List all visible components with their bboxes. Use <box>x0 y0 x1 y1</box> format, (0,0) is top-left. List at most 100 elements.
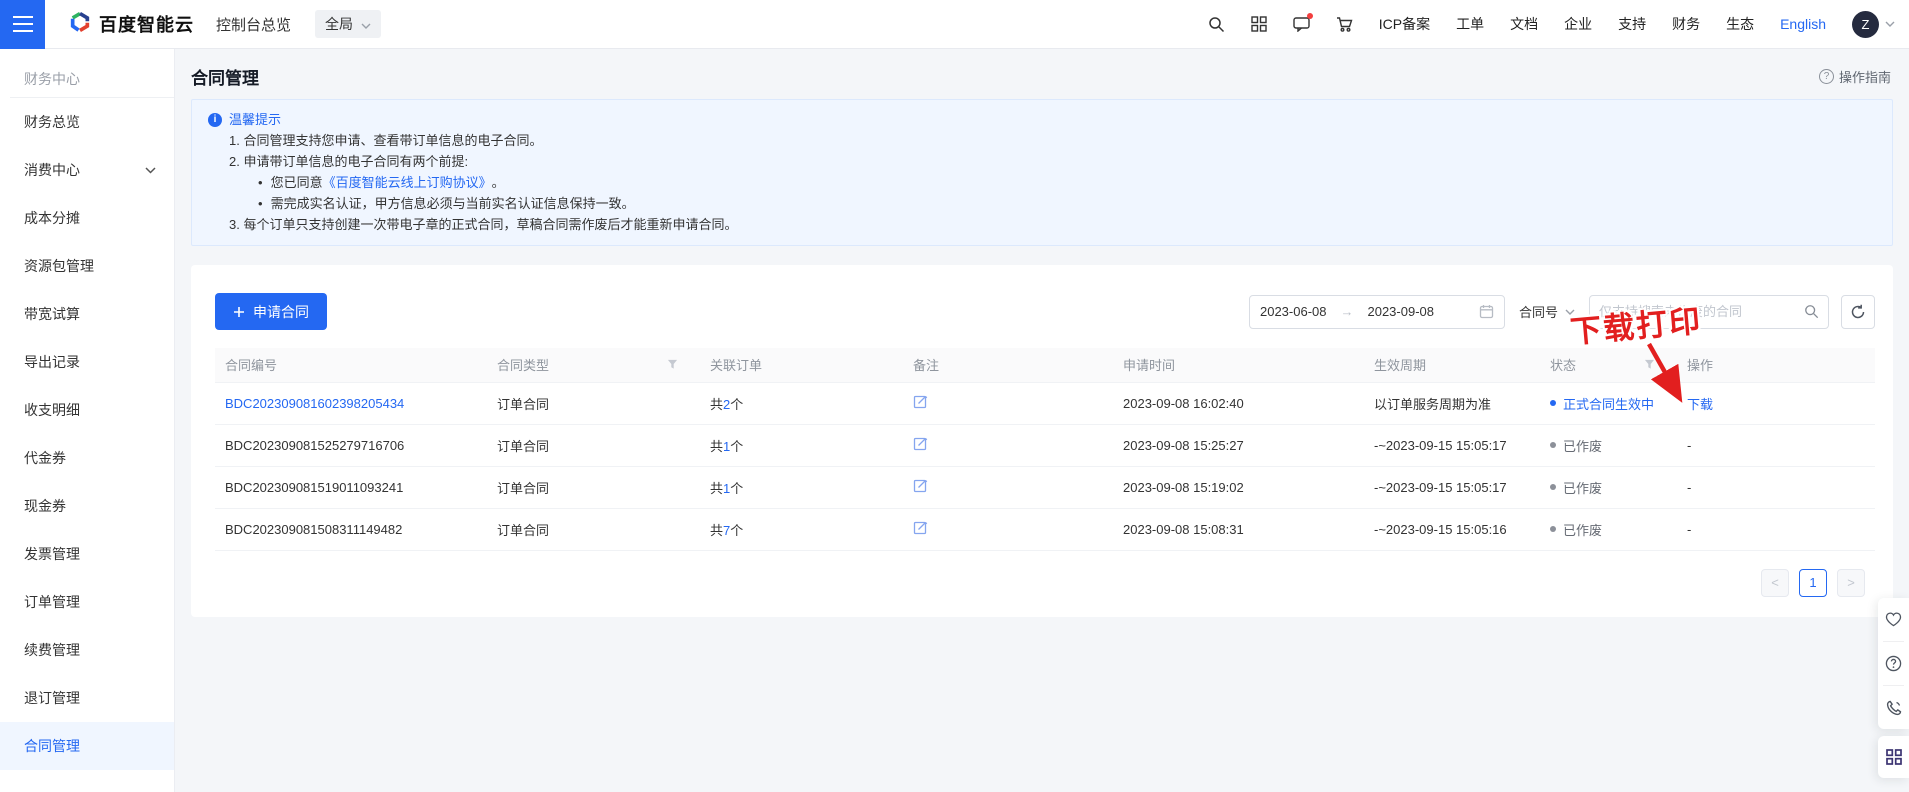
nav-link-ecosystem[interactable]: 生态 <box>1726 14 1754 34</box>
sidebar-item-order-management[interactable]: 订单管理 <box>0 578 174 626</box>
question-circle-icon: ? <box>1819 69 1834 84</box>
date-end-value[interactable]: 2023-09-08 <box>1367 304 1434 319</box>
sidebar-item-unsubscribe-management[interactable]: 退订管理 <box>0 674 174 722</box>
apps-grid-icon[interactable] <box>1251 16 1267 32</box>
search-icon[interactable] <box>1208 16 1225 33</box>
col-related-orders: 关联订单 <box>700 348 903 382</box>
sidebar-item-export-records[interactable]: 导出记录 <box>0 338 174 386</box>
filter-icon[interactable] <box>667 359 678 370</box>
sidebar-item-cash-coupons[interactable]: 现金券 <box>0 482 174 530</box>
calendar-icon <box>1479 304 1494 319</box>
nav-link-tickets[interactable]: 工单 <box>1456 14 1484 34</box>
cart-icon[interactable] <box>1336 16 1353 33</box>
apply-contract-button[interactable]: 申请合同 <box>215 293 327 330</box>
contract-id-cell: BDC202309081519011093241 <box>215 466 487 508</box>
nav-link-enterprise[interactable]: 企业 <box>1564 14 1592 34</box>
contract-id-cell: BDC202309081508311149482 <box>215 508 487 550</box>
contract-id-link[interactable]: BDC202309081602398205434 <box>225 396 404 411</box>
sidebar-item-renewal-management[interactable]: 续费管理 <box>0 626 174 674</box>
language-switch[interactable]: English <box>1780 16 1826 32</box>
related-orders-cell: 共1个 <box>700 466 903 508</box>
action-cell: - <box>1677 508 1875 550</box>
period-cell: -~2023-09-15 15:05:17 <box>1364 466 1540 508</box>
mini-apps-grid-icon[interactable] <box>1878 736 1909 778</box>
period-cell: -~2023-09-15 15:05:16 <box>1364 508 1540 550</box>
search-icon[interactable] <box>1804 304 1819 319</box>
nav-link-docs[interactable]: 文档 <box>1510 14 1538 34</box>
sidebar: 财务中心 财务总览 消费中心 成本分摊 资源包管理 带宽试算 导出记录 收支明细… <box>0 49 175 792</box>
date-range-arrow: → <box>1340 304 1353 319</box>
related-orders-cell: 共7个 <box>700 508 903 550</box>
sidebar-item-resource-packages[interactable]: 资源包管理 <box>0 242 174 290</box>
help-question-icon[interactable] <box>1878 642 1909 685</box>
sidebar-item-consumption-center[interactable]: 消费中心 <box>0 146 174 194</box>
col-remarks: 备注 <box>903 348 1113 382</box>
notification-badge <box>1307 13 1313 19</box>
brand-name: 百度智能云 <box>99 11 194 37</box>
agreement-link[interactable]: 《百度智能云线上订购协议》 <box>323 172 492 193</box>
console-overview-link[interactable]: 控制台总览 <box>216 14 291 35</box>
app-root: 百度智能云 控制台总览 全局 <box>0 0 1909 792</box>
sidebar-item-cost-allocation[interactable]: 成本分摊 <box>0 194 174 242</box>
chevron-down-icon <box>145 167 156 174</box>
info-icon: i <box>208 113 222 127</box>
baidu-cloud-logo-icon <box>69 11 91 38</box>
hamburger-menu-icon[interactable] <box>0 0 45 49</box>
contract-type-cell: 订单合同 <box>487 466 700 508</box>
pagination-prev-icon[interactable]: < <box>1761 569 1789 597</box>
date-start-value[interactable]: 2023-06-08 <box>1260 304 1327 319</box>
table-row: BDC202309081525279716706 订单合同 共1个 2023-0… <box>215 424 1875 466</box>
region-selector[interactable]: 全局 <box>315 10 381 38</box>
phone-contact-icon[interactable] <box>1878 686 1909 729</box>
date-range-picker[interactable]: 2023-06-08 → 2023-09-08 <box>1249 295 1505 329</box>
sidebar-item-finance-overview[interactable]: 财务总览 <box>0 98 174 146</box>
sidebar-item-invoice-management[interactable]: 发票管理 <box>0 530 174 578</box>
nav-link-support[interactable]: 支持 <box>1618 14 1646 34</box>
account-menu[interactable]: Z <box>1852 11 1895 38</box>
table-row: BDC202309081508311149482 订单合同 共7个 2023-0… <box>215 508 1875 550</box>
tips-bullet-1: 您已同意 《百度智能云线上订购协议》 。 <box>258 172 1876 193</box>
remark-edit-icon[interactable] <box>913 520 928 535</box>
chevron-down-icon <box>361 16 371 32</box>
tips-panel: i 温馨提示 1. 合同管理支持您申请、查看带订单信息的电子合同。 2. 申请带… <box>191 99 1893 246</box>
remark-edit-icon[interactable] <box>913 394 928 409</box>
nav-link-finance[interactable]: 财务 <box>1672 14 1700 34</box>
tips-line-2: 2. 申请带订单信息的电子合同有两个前提: <box>229 151 1876 172</box>
refresh-icon <box>1850 304 1866 320</box>
contract-type-cell: 订单合同 <box>487 382 700 424</box>
nav-link-icp[interactable]: ICP备案 <box>1379 14 1430 34</box>
tips-title-row: i 温馨提示 <box>208 109 1876 130</box>
message-icon[interactable] <box>1293 16 1310 32</box>
tips-line-1: 1. 合同管理支持您申请、查看带订单信息的电子合同。 <box>229 130 1876 151</box>
favorite-heart-icon[interactable] <box>1878 598 1909 641</box>
action-cell: - <box>1677 424 1875 466</box>
status-dot <box>1550 526 1556 532</box>
pagination-page-1[interactable]: 1 <box>1799 569 1827 597</box>
related-orders-cell: 共2个 <box>700 382 903 424</box>
operation-guide-link[interactable]: ? 操作指南 <box>1819 67 1891 86</box>
sidebar-item-income-expense-details[interactable]: 收支明细 <box>0 386 174 434</box>
table-header-row: 合同编号 合同类型 关联订单 备注 申请时间 生效周期 状态 <box>215 348 1875 382</box>
action-cell: - <box>1677 466 1875 508</box>
pagination-next-icon[interactable]: > <box>1837 569 1865 597</box>
sidebar-item-contract-management[interactable]: 合同管理 <box>0 722 174 770</box>
col-apply-time: 申请时间 <box>1113 348 1364 382</box>
contract-id-cell: BDC202309081525279716706 <box>215 424 487 466</box>
refresh-button[interactable] <box>1841 295 1875 329</box>
avatar: Z <box>1852 11 1879 38</box>
sidebar-item-vouchers[interactable]: 代金券 <box>0 434 174 482</box>
col-contract-id: 合同编号 <box>215 348 487 382</box>
page-title: 合同管理 <box>191 64 259 89</box>
toolbar-filters: 2023-06-08 → 2023-09-08 合同号 <box>1249 295 1875 329</box>
page-header: 合同管理 ? 操作指南 <box>175 49 1909 99</box>
top-navbar: 百度智能云 控制台总览 全局 <box>0 0 1909 49</box>
sidebar-section-title: 财务中心 <box>0 61 174 97</box>
tips-title: 温馨提示 <box>229 109 281 130</box>
chevron-down-icon <box>1885 21 1895 27</box>
remark-edit-icon[interactable] <box>913 436 928 451</box>
sidebar-item-bandwidth-trial[interactable]: 带宽试算 <box>0 290 174 338</box>
contract-type-cell: 订单合同 <box>487 508 700 550</box>
brand-logo[interactable]: 百度智能云 <box>69 11 194 38</box>
status-badge: 已作废 <box>1550 478 1677 497</box>
remark-edit-icon[interactable] <box>913 478 928 493</box>
